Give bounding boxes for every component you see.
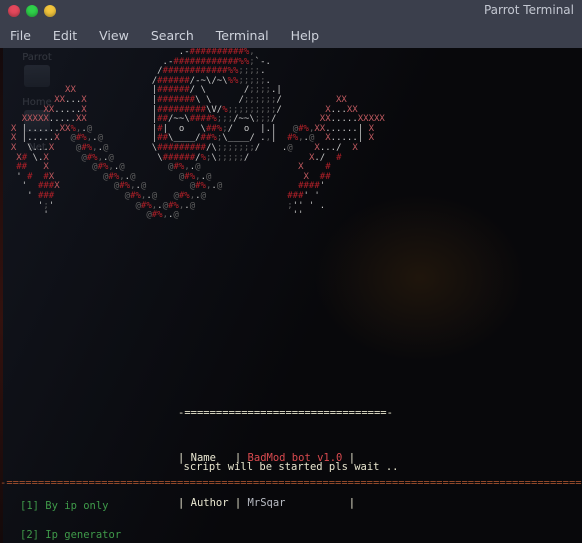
- menu-bar: File Edit View Search Terminal Help: [0, 22, 582, 48]
- section-separator: -=======================================…: [0, 477, 582, 489]
- window-controls: [0, 5, 56, 17]
- menu-item-edit[interactable]: Edit: [53, 28, 77, 43]
- window-title: Parrot Terminal: [483, 3, 574, 17]
- options-list: [1] By ip only [2] Ip generator [3] impo…: [20, 500, 560, 543]
- option-2-text: [2] Ip generator: [20, 529, 122, 541]
- close-button[interactable]: [8, 5, 20, 17]
- ascii-art-banner: .-##########%, .-############%%;`-. /###…: [0, 48, 385, 221]
- option-item-2[interactable]: [2] Ip generator: [20, 529, 560, 541]
- status-message: script will be started pls wait ..: [183, 461, 399, 473]
- menu-item-search[interactable]: Search: [151, 28, 194, 43]
- terminal-body[interactable]: Parrot Home Net .-##########%, .-#######…: [0, 48, 582, 543]
- info-box-top-rule: -================================-: [178, 407, 393, 419]
- maximize-button[interactable]: [26, 5, 38, 17]
- minimize-button[interactable]: [44, 5, 56, 17]
- window-titlebar: Parrot Terminal: [0, 0, 582, 22]
- menu-item-file[interactable]: File: [10, 28, 31, 43]
- menu-item-view[interactable]: View: [99, 28, 129, 43]
- terminal-window: Parrot Terminal File Edit View Search Te…: [0, 0, 582, 543]
- menu-item-help[interactable]: Help: [291, 28, 320, 43]
- option-1-text: [1] By ip only: [20, 500, 109, 512]
- option-item-1[interactable]: [1] By ip only: [20, 500, 560, 512]
- menu-item-terminal[interactable]: Terminal: [216, 28, 269, 43]
